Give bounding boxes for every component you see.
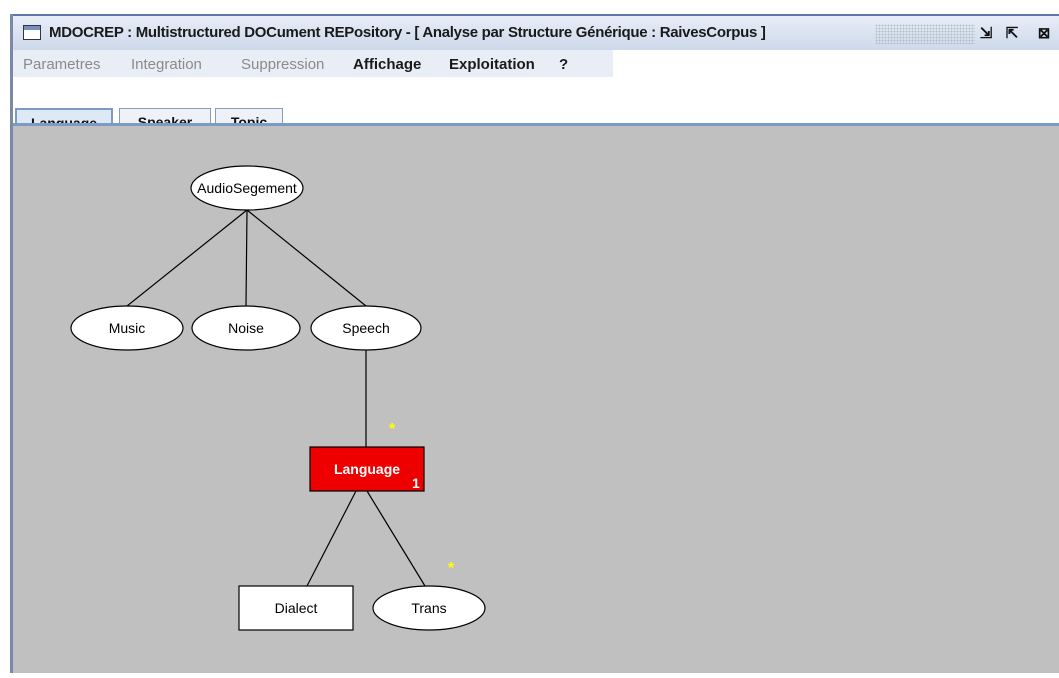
node-label-speech: Speech	[342, 320, 389, 336]
node-label-music: Music	[109, 320, 146, 336]
marker-trans: *	[448, 560, 455, 577]
menu-exploitation[interactable]: Exploitation	[449, 56, 535, 73]
node-label-audiosegement: AudioSegement	[197, 180, 297, 196]
edge-language-trans	[366, 490, 426, 587]
structure-tree: AudioSegement Music Noise Speech Language 1 Di…	[70, 165, 486, 631]
maximize-icon[interactable]: ⇱	[1001, 24, 1023, 44]
app-window-icon	[23, 25, 41, 40]
menu-integration[interactable]: Integration	[131, 56, 202, 73]
edge-audiosegement-music	[126, 209, 248, 307]
node-badge-language: 1	[412, 475, 420, 491]
close-icon[interactable]: ⊠	[1033, 24, 1055, 44]
title-bar-grip	[875, 24, 975, 44]
menu-suppression[interactable]: Suppression	[241, 56, 324, 73]
edge-audiosegement-noise	[245, 209, 248, 307]
edge-language-dialect	[306, 490, 357, 587]
menu-bar: Parametres Integration Suppression Affic…	[13, 50, 613, 77]
tree-canvas[interactable]: AudioSegement Music Noise Speech Language 1 Di…	[13, 126, 1059, 673]
edge-audiosegement-speech	[246, 209, 367, 307]
minimize-icon[interactable]: ⇲	[975, 24, 997, 44]
node-label-dialect: Dialect	[275, 600, 318, 616]
marker-language: *	[389, 421, 396, 438]
window-title: MDOCREP : Multistructured DOCument REPos…	[49, 24, 766, 41]
menu-bar-filler	[613, 50, 1059, 77]
menu-parametres[interactable]: Parametres	[23, 56, 101, 73]
app-window: MDOCREP : Multistructured DOCument REPos…	[13, 14, 1059, 673]
menu-help[interactable]: ?	[559, 56, 568, 73]
tab-strip: Language Speaker Topic	[13, 77, 1059, 136]
node-label-language: Language	[334, 461, 400, 477]
node-label-trans: Trans	[411, 600, 446, 616]
title-bar[interactable]: MDOCREP : Multistructured DOCument REPos…	[13, 14, 1059, 50]
desktop-edge	[0, 0, 10, 673]
menu-affichage[interactable]: Affichage	[353, 56, 421, 73]
node-label-noise: Noise	[228, 320, 264, 336]
